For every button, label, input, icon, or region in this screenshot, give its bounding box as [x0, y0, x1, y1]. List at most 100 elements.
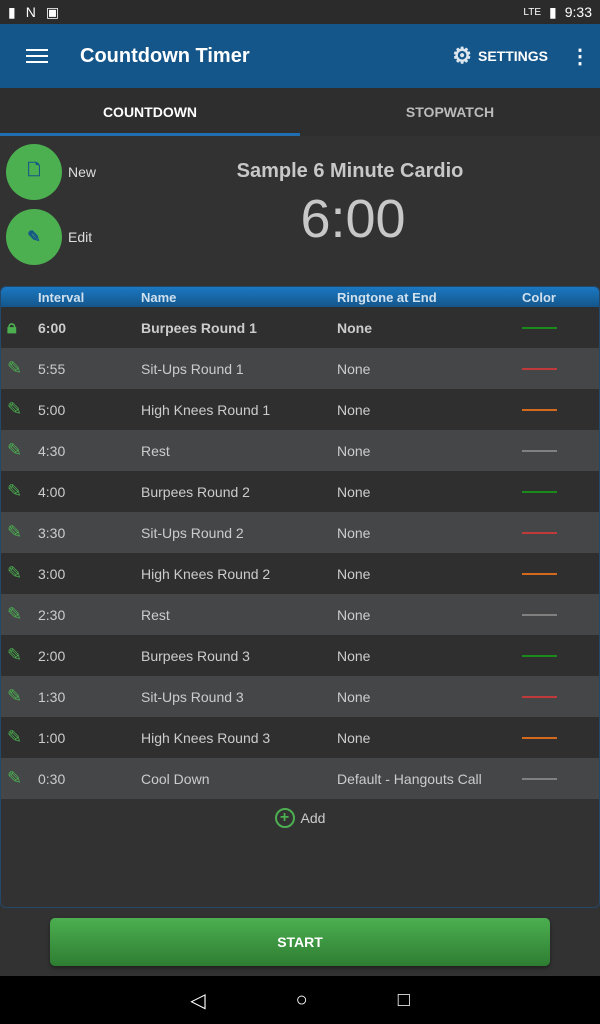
pencil-icon[interactable]: ✎	[7, 481, 22, 502]
interval-cell: 0:30	[38, 770, 66, 787]
table-row[interactable]: ✎ 5:55 Sit-Ups Round 1 None	[1, 348, 599, 389]
table-row[interactable]: 🔒︎ 6:00 Burpees Round 1 None	[1, 307, 599, 348]
overflow-menu-icon[interactable]: ⋮	[560, 44, 600, 69]
interval-cell: 3:30	[38, 524, 66, 541]
status-bar: ▮ N ▣ LTE ▮ 9:33	[0, 0, 600, 24]
name-cell: High Knees Round 1	[141, 401, 271, 418]
name-cell: Sit-Ups Round 1	[141, 360, 244, 377]
tab-stopwatch[interactable]: STOPWATCH	[300, 88, 600, 136]
table-row[interactable]: ✎ 3:00 High Knees Round 2 None	[1, 553, 599, 594]
program-time: 6:00	[300, 189, 406, 249]
name-cell: Rest	[141, 442, 170, 459]
table-header: Interval Name Ringtone at End Color	[1, 287, 599, 307]
add-interval-button[interactable]: + Add	[0, 808, 600, 828]
a-icon: ▣	[45, 3, 60, 20]
back-icon[interactable]: ◁	[190, 988, 205, 1013]
header-name: Name	[141, 289, 177, 305]
pencil-icon[interactable]: ✎	[7, 522, 22, 543]
name-cell: Burpees Round 1	[141, 319, 257, 336]
interval-cell: 1:30	[38, 688, 66, 705]
app-title: Countdown Timer	[80, 44, 250, 67]
interval-cell: 2:30	[38, 606, 66, 623]
pencil-icon[interactable]: ✎	[7, 727, 22, 748]
recents-icon[interactable]: □	[398, 989, 410, 1012]
pencil-icon[interactable]: ✎	[7, 686, 22, 707]
name-cell: Burpees Round 3	[141, 647, 250, 664]
gear-icon: ⚙	[452, 43, 472, 68]
ringtone-cell: None	[337, 647, 371, 664]
ringtone-cell: None	[337, 729, 371, 746]
header-interval: Interval	[38, 289, 85, 305]
app-bar: Countdown Timer ⚙ SETTINGS ⋮	[0, 24, 600, 88]
table-row[interactable]: ✎ 4:00 Burpees Round 2 None	[1, 471, 599, 512]
interval-cell: 5:00	[38, 401, 66, 418]
battery-icon: ▮	[549, 3, 557, 20]
interval-cell: 5:55	[38, 360, 66, 377]
color-swatch	[522, 572, 557, 575]
table-row[interactable]: ✎ 1:30 Sit-Ups Round 3 None	[1, 676, 599, 717]
ringtone-cell: None	[337, 360, 371, 377]
color-swatch	[522, 367, 557, 370]
header-color: Color	[522, 289, 556, 305]
table-row[interactable]: ✎ 2:30 Rest None	[1, 594, 599, 635]
ringtone-cell: None	[337, 606, 371, 623]
pencil-icon[interactable]: ✎	[7, 768, 22, 789]
interval-cell: 6:00	[38, 319, 67, 336]
edit-button[interactable]: ✎	[6, 209, 62, 265]
table-row[interactable]: ✎ 3:30 Sit-Ups Round 2 None	[1, 512, 599, 553]
tab-countdown[interactable]: COUNTDOWN	[0, 88, 300, 136]
name-cell: Cool Down	[141, 770, 210, 787]
name-cell: Sit-Ups Round 3	[141, 688, 244, 705]
pencil-icon[interactable]: ✎	[7, 563, 22, 584]
table-row[interactable]: ✎ 2:00 Burpees Round 3 None	[1, 635, 599, 676]
pencil-icon[interactable]: ✎	[7, 358, 22, 379]
menu-icon[interactable]	[26, 49, 48, 63]
settings-label: SETTINGS	[477, 48, 548, 64]
settings-button[interactable]: ⚙ SETTINGS	[452, 43, 548, 69]
table-row[interactable]: ✎ 4:30 Rest None	[1, 430, 599, 471]
pencil-icon: ✎	[27, 229, 41, 246]
new-button[interactable]: 🗋	[6, 144, 62, 200]
color-swatch	[522, 531, 557, 534]
start-button[interactable]: START	[50, 918, 550, 966]
name-cell: Rest	[141, 606, 170, 623]
table-row[interactable]: ✎ 1:00 High Knees Round 3 None	[1, 717, 599, 758]
name-cell: High Knees Round 2	[141, 565, 271, 582]
interval-cell: 4:30	[38, 442, 66, 459]
ringtone-cell: None	[337, 688, 371, 705]
ringtone-cell: None	[337, 401, 371, 418]
program-title: Sample 6 Minute Cardio	[236, 160, 464, 182]
ringtone-cell: None	[337, 483, 371, 500]
ringtone-cell: None	[337, 524, 371, 541]
clock: 9:33	[564, 4, 592, 20]
add-label: Add	[300, 810, 326, 826]
n-icon: N	[25, 4, 36, 20]
pencil-icon[interactable]: ✎	[7, 645, 22, 666]
lock-icon[interactable]: 🔒︎	[7, 317, 17, 338]
interval-cell: 3:00	[38, 565, 66, 582]
name-cell: Burpees Round 2	[141, 483, 250, 500]
home-icon[interactable]: ○	[296, 989, 308, 1012]
ringtone-cell: Default - Hangouts Call	[337, 770, 482, 787]
color-swatch	[522, 654, 557, 657]
add-circle-icon: +	[274, 808, 295, 828]
color-swatch	[522, 449, 557, 452]
ringtone-cell: None	[337, 319, 372, 336]
pencil-icon[interactable]: ✎	[7, 440, 22, 461]
name-cell: High Knees Round 3	[141, 729, 271, 746]
edit-label: Edit	[68, 229, 93, 245]
color-swatch	[522, 408, 557, 411]
table-body: 🔒︎ 6:00 Burpees Round 1 None ✎ 5:55 Sit-…	[1, 307, 599, 799]
color-swatch	[522, 777, 557, 780]
table-row[interactable]: ✎ 0:30 Cool Down Default - Hangouts Call	[1, 758, 599, 799]
color-swatch	[522, 326, 557, 329]
table-row[interactable]: ✎ 5:00 High Knees Round 1 None	[1, 389, 599, 430]
interval-cell: 1:00	[38, 729, 66, 746]
name-cell: Sit-Ups Round 2	[141, 524, 244, 541]
ringtone-cell: None	[337, 442, 371, 459]
pencil-icon[interactable]: ✎	[7, 604, 22, 625]
header-ringtone: Ringtone at End	[337, 289, 437, 305]
color-swatch	[522, 736, 557, 739]
pencil-icon[interactable]: ✎	[7, 399, 22, 420]
new-file-icon: 🗋	[27, 161, 41, 179]
